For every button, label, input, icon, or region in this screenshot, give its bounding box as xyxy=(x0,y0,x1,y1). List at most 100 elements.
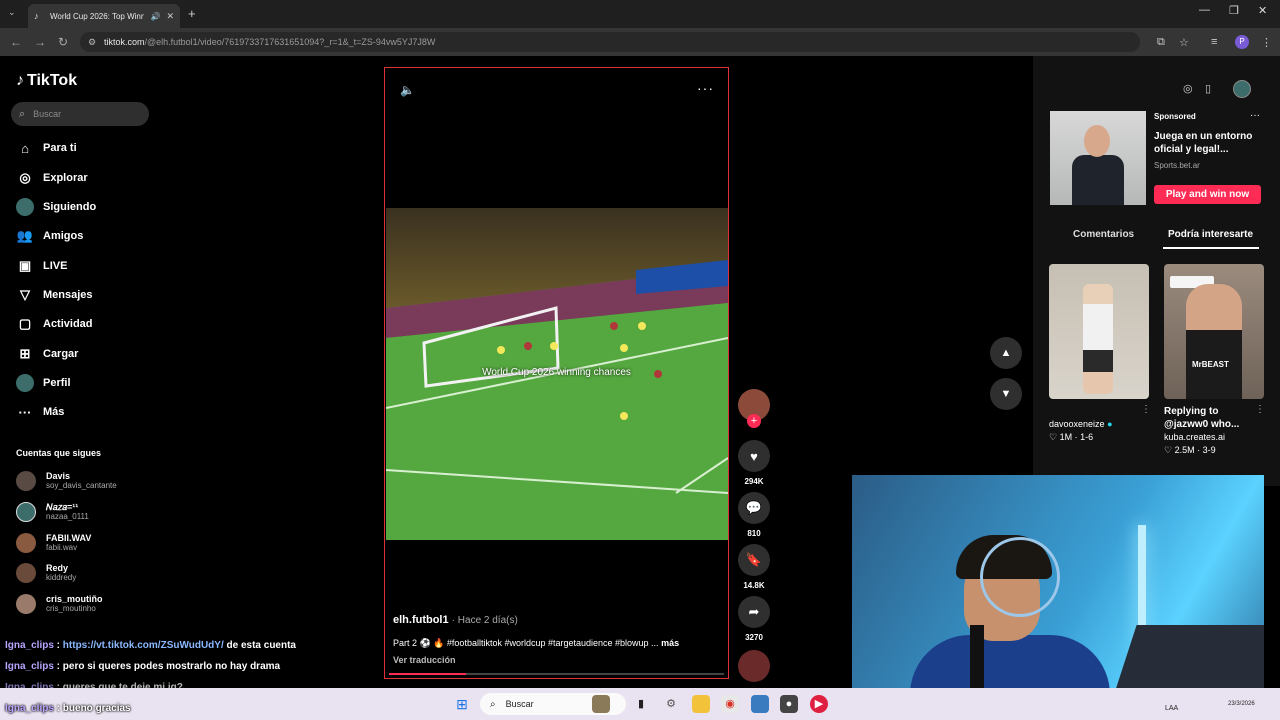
ad-cta-button[interactable]: Play and win now xyxy=(1154,185,1261,204)
file-explorer-icon[interactable] xyxy=(692,695,710,713)
video-player[interactable]: 🔈 ··· World Cup 2026 winning chances elh… xyxy=(384,67,729,679)
suggested-video-thumbnail[interactable]: MrBEAST xyxy=(1164,264,1264,399)
browser-menu-icon[interactable]: ⋮ xyxy=(1261,36,1272,49)
like-button[interactable]: ♥ 294K xyxy=(738,440,770,486)
suggestion-user: kuba.creates.ai xyxy=(1164,432,1226,442)
headphones xyxy=(980,537,1060,617)
next-video-button[interactable]: ▼ xyxy=(990,378,1022,410)
share-icon: ➦ xyxy=(738,596,770,628)
suggestion-options-icon[interactable]: ⋮ xyxy=(1141,404,1151,415)
sidebar-item-mas[interactable]: ··· Más xyxy=(16,402,65,422)
tab-close-icon[interactable]: ✕ xyxy=(166,11,174,22)
suggestion-user: davooxeneize xyxy=(1049,419,1105,429)
sidebar-item-actividad[interactable]: ▢ Actividad xyxy=(16,314,93,334)
video-progress-bar[interactable] xyxy=(389,673,724,675)
maximize-icon[interactable]: ❐ xyxy=(1229,4,1239,17)
sidebar-item-live[interactable]: ▣ LIVE xyxy=(16,256,68,276)
tiktok-favicon-icon: ♪ xyxy=(34,11,39,21)
new-tab-button[interactable]: + xyxy=(188,6,196,21)
ad-thumbnail[interactable] xyxy=(1050,111,1146,205)
browser-tab[interactable]: ♪ World Cup 2026: Top Winni 🔊 ✕ xyxy=(28,4,180,28)
translate-link[interactable]: Ver traducción xyxy=(393,655,456,665)
chrome-icon[interactable]: ◉ xyxy=(721,695,739,713)
heart-small-icon: ♡ xyxy=(1049,432,1058,442)
bookmark-star-icon[interactable]: ☆ xyxy=(1179,36,1189,49)
user-avatar[interactable] xyxy=(1233,80,1251,98)
site-info-icon[interactable]: ⚙ xyxy=(88,37,96,48)
close-window-icon[interactable]: ✕ xyxy=(1258,4,1267,17)
active-tab-indicator xyxy=(1163,247,1259,249)
chat-link[interactable]: https://vt.tiktok.com/ZSuWudUdY/ xyxy=(63,640,224,651)
browser-tab-bar: ⌄ ♪ World Cup 2026: Top Winni 🔊 ✕ + — ❐ … xyxy=(0,0,1280,28)
forward-icon[interactable]: → xyxy=(34,35,46,49)
avatar xyxy=(16,594,36,614)
task-view-icon[interactable]: ▮ xyxy=(632,695,650,713)
device-icon[interactable]: ▯ xyxy=(1205,82,1211,95)
sidebar-item-siguiendo[interactable]: Siguiendo xyxy=(16,197,96,217)
sidebar-item-amigos[interactable]: 👥 Amigos xyxy=(16,226,83,246)
video-more-options-icon[interactable]: ··· xyxy=(697,80,714,96)
previous-video-button[interactable]: ▲ xyxy=(990,337,1022,369)
sidebar-item-cargar[interactable]: ⊞ Cargar xyxy=(16,344,79,364)
tab-comentarios[interactable]: Comentarios xyxy=(1073,229,1134,240)
search-icon: ⌕ xyxy=(490,698,496,710)
thumbnail-text: MrBEAST xyxy=(1192,360,1229,369)
browser-profile-avatar[interactable]: P xyxy=(1235,35,1249,49)
settings-icon[interactable]: ⚙ xyxy=(662,695,680,713)
share-button[interactable]: ➦ 3270 xyxy=(738,596,770,642)
media-control-icon[interactable]: ≡ xyxy=(1211,36,1217,48)
tiktok-logo[interactable]: ♪ TikTok xyxy=(16,72,77,90)
save-button[interactable]: 🔖 14.8K xyxy=(738,544,770,590)
sidebar-item-perfil[interactable]: Perfil xyxy=(16,373,71,393)
music-disc-button[interactable] xyxy=(738,650,770,682)
search-input[interactable]: ⌕ Buscar xyxy=(11,102,149,126)
verified-badge-icon: ● xyxy=(1107,419,1113,429)
obs-icon[interactable]: ● xyxy=(780,695,798,713)
reload-icon[interactable]: ↻ xyxy=(58,35,68,49)
thumbnail-person xyxy=(1186,284,1242,399)
suggestion-info[interactable]: Replying to @jazww0 who... kuba.creates.… xyxy=(1164,405,1239,457)
suggested-video-thumbnail[interactable] xyxy=(1049,264,1149,399)
search-icon: ⌕ xyxy=(19,107,26,120)
app-icon[interactable] xyxy=(751,695,769,713)
thumbnail-person xyxy=(1083,284,1113,394)
ad-title[interactable]: Juega en un entorno oficial y legal!... xyxy=(1154,130,1254,156)
url-field[interactable]: ⚙ tiktok.com/@elh.futbol1/video/76197337… xyxy=(80,32,1140,52)
following-account[interactable]: Redy kiddredy xyxy=(16,563,76,583)
url-host: tiktok.com xyxy=(104,37,145,47)
following-account[interactable]: FABII.WAV fabii.wav xyxy=(16,533,91,553)
sponsored-label: Sponsored xyxy=(1154,112,1196,121)
tab-search-icon[interactable]: ⌄ xyxy=(8,7,16,18)
discover-icon[interactable]: ◎ xyxy=(1183,82,1193,95)
back-icon[interactable]: ← xyxy=(10,35,22,49)
sidebar-item-mensajes[interactable]: ▽ Mensajes xyxy=(16,285,93,305)
suggestion-options-icon[interactable]: ⋮ xyxy=(1255,404,1265,415)
sidebar-item-label: Perfil xyxy=(43,377,71,389)
more-link[interactable]: más xyxy=(661,638,679,648)
video-author[interactable]: elh.futbol1 · Hace 2 día(s) xyxy=(393,614,518,626)
widget-icon[interactable] xyxy=(592,695,610,713)
install-app-icon[interactable]: ⧉ xyxy=(1157,36,1165,49)
volume-icon[interactable]: 🔈 xyxy=(400,83,415,97)
tab-podria-interesarte[interactable]: Podría interesarte xyxy=(1168,229,1253,240)
media-player-icon[interactable]: ▶ xyxy=(810,695,828,713)
language-indicator[interactable]: LAA xyxy=(1165,705,1178,712)
bookmark-icon: 🔖 xyxy=(738,544,770,576)
ad-person-body xyxy=(1072,155,1124,205)
sidebar-item-para-ti[interactable]: ⌂ Para ti xyxy=(16,138,77,158)
following-account[interactable]: Davis soy_davis_cantante xyxy=(16,471,117,491)
following-account[interactable]: 𝑁𝑎𝑧𝑎=¹¹ nazaa_0111 xyxy=(16,502,89,522)
messages-icon: ▽ xyxy=(20,287,30,302)
chat-text: bueno gracias xyxy=(62,703,131,714)
suggestion-info[interactable]: davooxeneize ● ♡ 1M · 1-6 xyxy=(1049,418,1113,444)
windows-start-icon[interactable]: ⊞ xyxy=(453,695,471,713)
following-account[interactable]: cris_moutiño cris_moutinho xyxy=(16,594,103,614)
follow-plus-icon[interactable]: + xyxy=(747,414,761,428)
sidebar-item-explorar[interactable]: ◎ Explorar xyxy=(16,168,87,188)
taskbar-date[interactable]: 23/3/2026 xyxy=(1228,700,1255,708)
tab-audio-icon[interactable]: 🔊 xyxy=(150,12,160,21)
ad-options-icon[interactable]: ··· xyxy=(1250,110,1260,121)
comment-button[interactable]: 💬 810 xyxy=(738,492,770,538)
minimize-icon[interactable]: — xyxy=(1199,4,1210,16)
home-icon: ⌂ xyxy=(21,140,29,156)
